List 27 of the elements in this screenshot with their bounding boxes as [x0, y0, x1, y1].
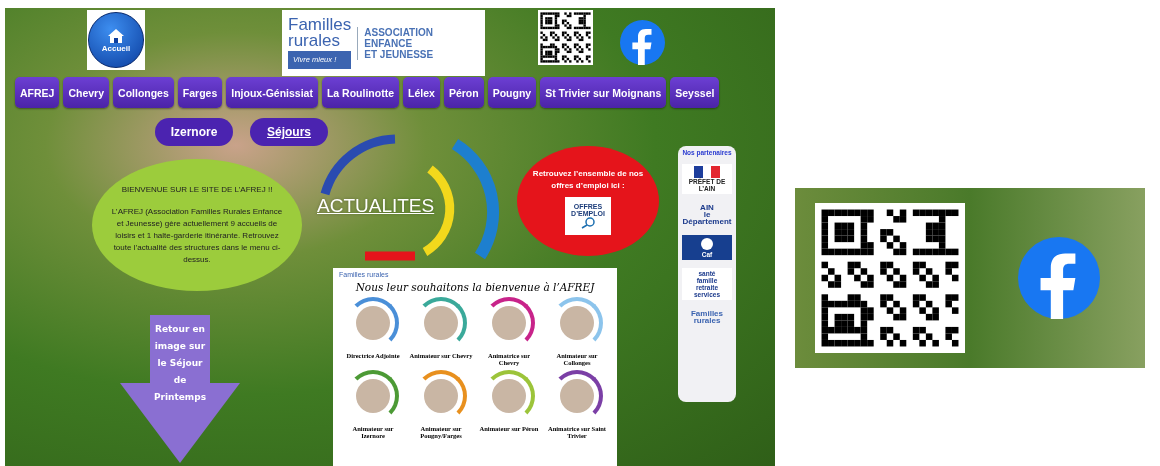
arrow-link[interactable]: Retour en image sur le Séjour de Printemps: [120, 315, 240, 463]
qr-code: [538, 10, 593, 65]
nav-button[interactable]: Péron: [443, 77, 484, 108]
welcome-text: L’AFREJ (Association Familles Rurales Enfance et Jeunesse) gère actuellement 9 accueils de loisirs et 1 halte-garderie itinérante. Retrouvez toute l’actualité des structures dans le menu ci-dessus.: [110, 206, 284, 266]
nav-button[interactable]: Séjours: [250, 118, 328, 146]
magnifier-icon: [581, 216, 595, 229]
jobs-text: Retrouvez l’ensemble de nos offres d’emploi ici :: [531, 167, 645, 192]
nav-button[interactable]: Injoux-Génissiat: [226, 77, 318, 108]
nav-button[interactable]: Pougny: [487, 77, 537, 108]
house-icon: [107, 27, 125, 44]
nav-button[interactable]: AFREJ: [15, 77, 60, 108]
facebook-icon[interactable]: [620, 20, 665, 65]
welcome-title: BIENVENUE SUR LE SITE DE L’AFREJ !!: [121, 184, 273, 196]
nav-button[interactable]: Lélex: [403, 77, 440, 108]
home-button[interactable]: Accueil: [87, 10, 145, 70]
poster-title: Nous leur souhaitons la bienvenue à l’AFREJ: [354, 281, 596, 293]
partner-logo[interactable]: Familles rurales: [682, 308, 732, 326]
nav-button[interactable]: Seyssel: [670, 77, 720, 108]
nav-button[interactable]: La Roulinotte: [321, 77, 399, 108]
nav-button[interactable]: Farges: [177, 77, 223, 108]
nav-button[interactable]: Chevry: [63, 77, 110, 108]
nav-button[interactable]: Collonges: [113, 77, 174, 108]
nav-button[interactable]: Izernore: [155, 118, 233, 146]
partner-logo[interactable]: AIN le Département: [682, 202, 732, 227]
facebook-icon[interactable]: [1018, 237, 1100, 319]
nav-button[interactable]: St Trivier sur Moignans: [540, 77, 667, 108]
news-link[interactable]: ACTUALITES: [317, 195, 435, 217]
